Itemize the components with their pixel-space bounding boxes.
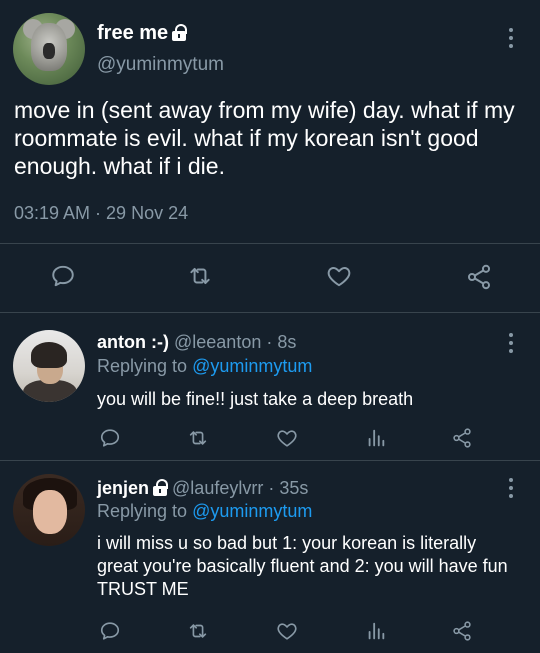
reply-1-replying-to: Replying to @yuminmytum xyxy=(97,356,312,377)
tweet-text: move in (sent away from my wife) day. wh… xyxy=(14,97,515,179)
divider xyxy=(0,460,540,461)
share-icon[interactable] xyxy=(451,427,473,449)
avatar-reply-1[interactable] xyxy=(13,330,85,402)
tweet-timestamp[interactable]: 03:19 AM · 29 Nov 24 xyxy=(14,203,188,224)
avatar-reply-2[interactable] xyxy=(13,474,85,546)
replying-label: Replying to xyxy=(97,501,188,521)
reply-2-text: i will miss u so bad but 1: your korean … xyxy=(97,533,508,599)
lock-icon xyxy=(172,24,188,41)
divider xyxy=(0,243,540,244)
more-options-icon[interactable] xyxy=(509,333,513,357)
share-icon[interactable] xyxy=(451,620,473,642)
reply-icon[interactable] xyxy=(99,427,121,449)
like-icon[interactable] xyxy=(275,620,299,642)
retweet-icon[interactable] xyxy=(186,427,210,449)
reply-1-text: you will be fine!! just take a deep brea… xyxy=(97,389,414,409)
share-icon[interactable] xyxy=(465,263,493,291)
like-icon[interactable] xyxy=(325,263,353,289)
like-icon[interactable] xyxy=(275,427,299,449)
stats-icon[interactable] xyxy=(365,620,387,642)
lock-icon xyxy=(153,479,169,496)
reply-2-display-name[interactable]: jenjen xyxy=(97,478,149,498)
main-handle[interactable]: @yuminmytum xyxy=(97,54,224,76)
retweet-icon[interactable] xyxy=(186,263,214,289)
replying-to-link[interactable]: @yuminmytum xyxy=(192,501,312,521)
reply-1-time: · 8s xyxy=(266,332,297,352)
replying-label: Replying to xyxy=(97,356,188,376)
main-display-name-text: free me xyxy=(97,22,169,44)
reply-1-header: anton :-) @leeanton · 8s xyxy=(97,332,296,353)
reply-2-header: jenjen @laufeylvrr · 35s xyxy=(97,478,308,499)
reply-2-replying-to: Replying to @yuminmytum xyxy=(97,501,312,522)
reply-icon[interactable] xyxy=(50,263,76,289)
main-display-name[interactable]: free me xyxy=(97,22,188,45)
reply-2-time: · 35s xyxy=(268,478,309,498)
more-options-icon[interactable] xyxy=(509,478,513,502)
reply-2-handle[interactable]: @laufeylvrr xyxy=(172,478,263,498)
divider xyxy=(0,312,540,313)
reply-1-display-name[interactable]: anton :-) xyxy=(97,332,169,352)
avatar-main[interactable] xyxy=(13,13,85,85)
reply-1-handle[interactable]: @leeanton xyxy=(174,332,261,352)
stats-icon[interactable] xyxy=(365,427,387,449)
reply-icon[interactable] xyxy=(99,620,121,642)
retweet-icon[interactable] xyxy=(186,620,210,642)
replying-to-link[interactable]: @yuminmytum xyxy=(192,356,312,376)
more-options-icon[interactable] xyxy=(509,28,513,52)
